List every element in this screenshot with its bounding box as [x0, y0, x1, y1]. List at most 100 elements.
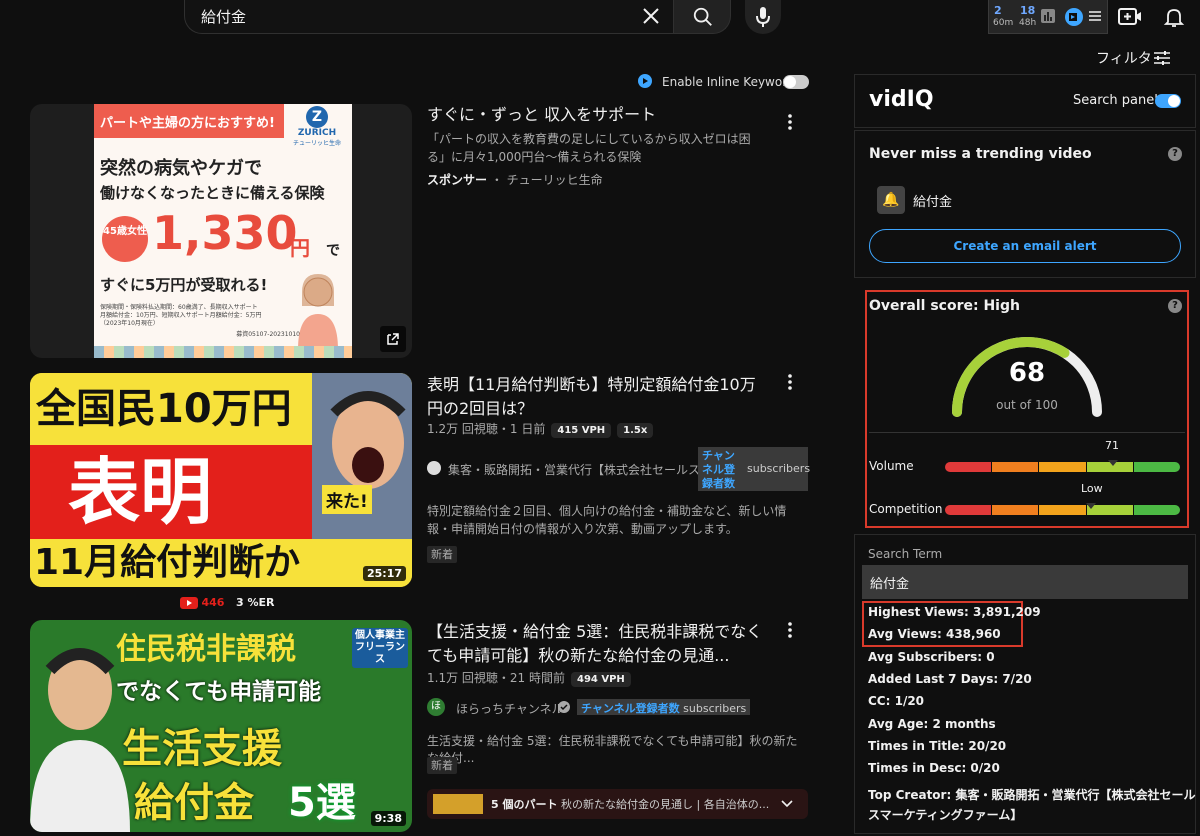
external-link-icon[interactable] — [380, 326, 406, 352]
video-title-2[interactable]: 表明【11月給付判断も】特別定額給付金10万円の2回目は？ — [427, 373, 767, 421]
filter-sliders-icon[interactable] — [1152, 48, 1172, 68]
competition-label: Competition — [869, 502, 942, 516]
video-title-3[interactable]: 【生活支援・給付金 5選：住民税非課税でなくても申請可能】秋の新たな給付金の見通… — [427, 620, 772, 668]
competition-segment — [945, 505, 991, 515]
channel-name-2[interactable]: 集客・販路開拓・営業代行【株式会社セールスマ — [448, 461, 712, 478]
chevron-down-icon — [780, 798, 794, 810]
more-options-icon[interactable] — [782, 112, 798, 132]
video-desc-2: 特別定額給付金２回目、個人向けの給付金・補助金など、新しい情報・申請開始日付の情… — [427, 502, 807, 538]
bell-alert-icon: 🔔 — [877, 186, 905, 214]
volume-value: 71 — [1105, 439, 1119, 452]
competition-marker — [1086, 503, 1096, 509]
multiplier-badge-2: 1.5x — [617, 423, 653, 438]
vidiq-toolbar[interactable]: 2 60m 18 48h — [988, 0, 1108, 34]
ad-fine3: （2023年10月現在） — [100, 320, 300, 328]
thumb2-top-text: 全国民10万円 — [30, 373, 312, 445]
video-desc-3: 生活支援・給付金 5選：住民税非課税でなくても申請可能】秋の新たな給付... — [427, 732, 807, 766]
video-duration-2: 25:17 — [363, 566, 406, 581]
stat-line: Added Last 7 Days: 7/20 — [868, 672, 1032, 686]
verified-check-icon — [558, 701, 570, 713]
ad-banner: パートや主婦の方におすすめ! — [94, 104, 284, 138]
search-panel-label: Search panel — [1073, 93, 1158, 108]
channel-avatar-2[interactable] — [427, 461, 441, 475]
subscribers-badge-3: チャンネル登録者数 subscribers — [577, 699, 750, 715]
video-thumbnail-3[interactable]: 住民税非課税 個人事業主フリーランス でなくても申請可能 生活支援 給付金 5選… — [30, 620, 412, 832]
inline-keywords-toggle[interactable] — [783, 75, 809, 89]
stats-icon[interactable] — [1041, 9, 1055, 23]
sponsor-line: スポンサー ・ チューリッヒ生命 — [427, 171, 603, 188]
ad-fine1: 保険期間・保険料払込期間：60歳満了、長期収入サポート — [100, 304, 300, 312]
ad-line2: 働けなくなったときに備える保険 — [100, 182, 325, 203]
volume-segment — [1039, 462, 1085, 472]
stat-line: Highest Views: 3,891,209 — [868, 605, 1041, 619]
search-query: 給付金 — [201, 6, 246, 27]
score-sub: out of 100 — [867, 398, 1187, 412]
microphone-icon — [753, 5, 773, 29]
search-input[interactable]: 給付金 — [184, 0, 673, 34]
sponsor-name[interactable]: チューリッヒ生命 — [507, 173, 603, 187]
ad-line3: すぐに5万円が受取れる! — [100, 274, 267, 295]
help-icon[interactable]: ? — [1168, 299, 1182, 313]
help-icon[interactable]: ? — [1168, 147, 1182, 161]
competition-segment — [1134, 505, 1180, 515]
search-button[interactable] — [673, 0, 731, 34]
thumb2-person-illustration — [312, 373, 412, 539]
ad-thumbnail[interactable]: パートや主婦の方におすすめ! Z ZURICH チューリッヒ生命 突然の病気やケ… — [30, 104, 412, 358]
thumb3-line5: 5選 — [288, 770, 356, 828]
subscribers-badge-2: チャンネル登録者数 subscribers — [698, 447, 808, 491]
clear-search-icon[interactable] — [639, 4, 663, 28]
search-term-label: Search Term — [868, 547, 942, 561]
stat-line: Times in Desc: 0/20 — [868, 761, 1000, 775]
ad-line1: 突然の病気やケガで — [100, 154, 262, 180]
volume-bar — [945, 462, 1181, 472]
ad-price-unit: 円 — [290, 232, 310, 261]
vidiq-header: vidIQ Search panel — [854, 74, 1196, 128]
channel-name-3[interactable]: ほらっちチャンネル — [456, 700, 564, 717]
video-desc-1: 「パートの収入を教育費の足しにしているから収入ゼロは困る」に月々1,000円台〜… — [427, 130, 757, 166]
new-badge-3: 新着 — [427, 754, 457, 773]
filter-label[interactable]: フィルタ — [1096, 48, 1152, 68]
score-title: Overall score: High — [869, 298, 1020, 314]
notifications-bell-icon[interactable] — [1162, 5, 1186, 29]
video-duration-3: 9:38 — [371, 811, 406, 826]
competition-segment — [1039, 505, 1085, 515]
ext-sub-b: 48h — [1019, 18, 1036, 28]
ad-price: 1,330 — [152, 206, 298, 260]
channel-avatar-3[interactable]: ほ — [427, 698, 445, 716]
vidiq-logo-icon[interactable] — [1065, 8, 1083, 26]
trending-title: Never miss a trending video — [869, 146, 1092, 162]
alert-term: 給付金 — [913, 191, 952, 210]
ext-sub-a: 60m — [993, 18, 1013, 28]
more-options-icon[interactable] — [782, 372, 798, 392]
new-badge-2: 新着 — [427, 543, 457, 562]
stat-line: Avg Age: 2 months — [868, 717, 996, 731]
create-email-alert-button[interactable]: Create an email alert — [869, 229, 1181, 263]
search-term-value: 給付金 — [862, 565, 1188, 599]
voice-search-button[interactable] — [745, 0, 781, 34]
stat-line: Times in Title: 20/20 — [868, 739, 1006, 753]
menu-icon[interactable] — [1089, 10, 1101, 22]
inline-keywords-label: Enable Inline Keywords — [662, 75, 801, 89]
competition-segment — [992, 505, 1038, 515]
subs-label-2: subscribers — [747, 462, 810, 475]
ad-price-suffix: で — [326, 240, 340, 260]
video-title-1[interactable]: すぐに・ずっと 収入をサポート — [427, 103, 767, 127]
thumb3-line3: 生活支援 — [122, 716, 282, 774]
stat-line: CC: 1/20 — [868, 694, 924, 708]
chapters-count: 5 個のパート — [491, 796, 557, 812]
sponsor-label: スポンサー — [427, 173, 487, 187]
ad-fine2: 月額給付金：10万円、短期収入サポート月額給付金：5万円 — [100, 312, 300, 320]
chapters-row[interactable]: 5 個のパート 秋の新たな給付金の見通し | 各自治体の... — [427, 789, 808, 819]
overall-score-card: Overall score: High ? 68 out of 100 71 V… — [865, 290, 1189, 528]
search-icon — [692, 6, 714, 28]
thumb2-bottom-text: 11月給付判断か — [30, 539, 412, 587]
more-options-icon[interactable] — [782, 620, 798, 640]
video-thumbnail-2[interactable]: 全国民10万円 表明 来た! 11月給付判断か 25:17 — [30, 373, 412, 587]
search-panel-toggle[interactable] — [1155, 94, 1181, 108]
vph-badge-2: 415 VPH — [551, 423, 611, 438]
subs-tag-3: チャンネル登録者数 — [581, 702, 680, 715]
subs-label-3: subscribers — [683, 702, 746, 715]
create-video-icon[interactable] — [1118, 6, 1142, 28]
vidiq-logo: vidIQ — [869, 87, 934, 112]
subs-tag-2: チャンネル登録者数 — [702, 449, 742, 491]
